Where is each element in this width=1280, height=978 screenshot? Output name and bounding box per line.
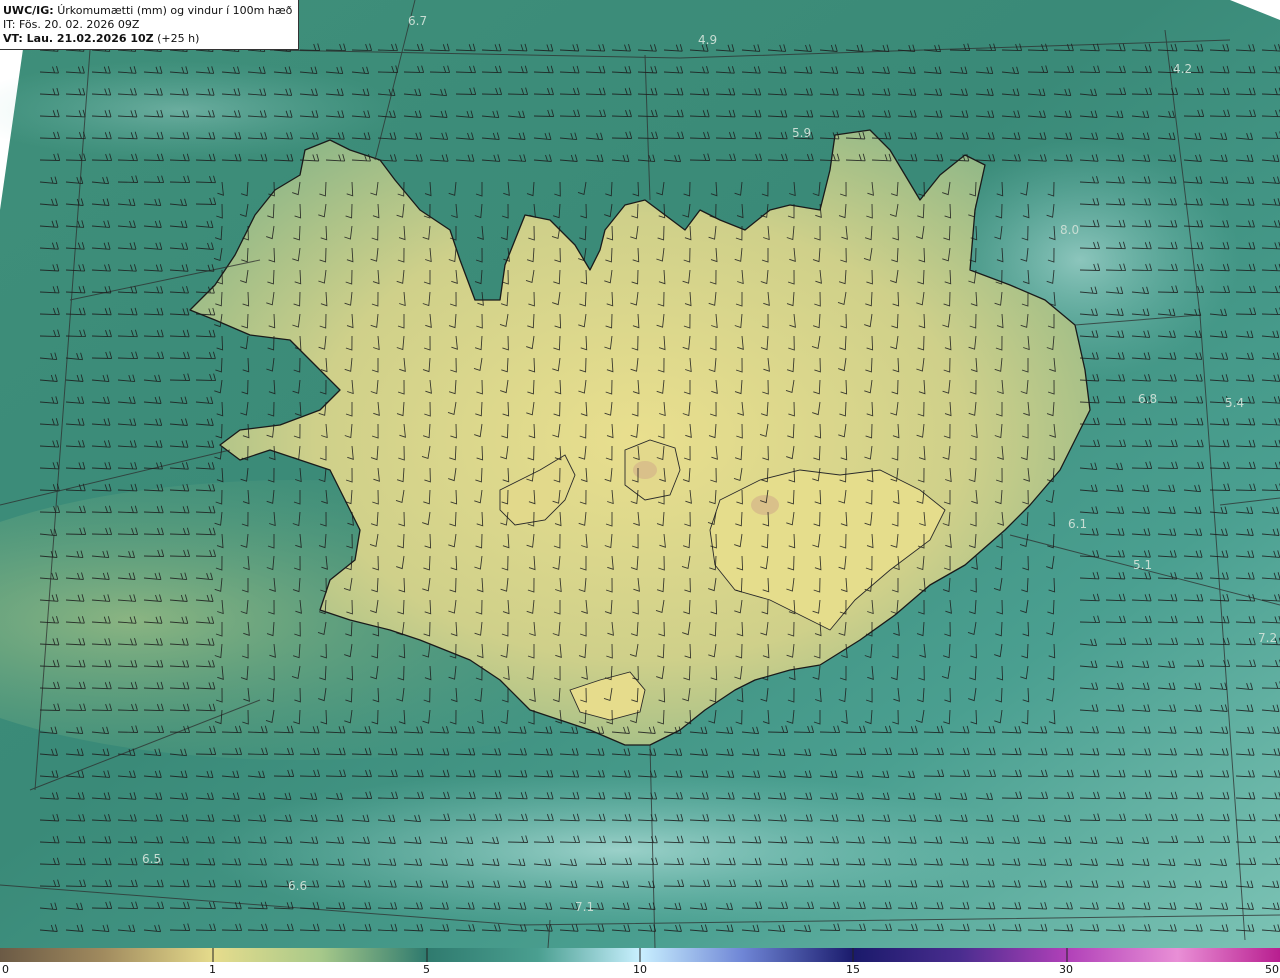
colorbar-tick: 50 xyxy=(1265,963,1279,976)
colorbar-tick: 1 xyxy=(209,963,216,976)
pw-label: 6.1 xyxy=(1068,517,1087,531)
product-code: UWC/IG: xyxy=(3,4,54,17)
pw-label: 6.5 xyxy=(142,852,161,866)
colorbar-tick: 15 xyxy=(846,963,860,976)
glacier-peak-hofsjokull xyxy=(633,461,657,479)
lead-time: (+25 h) xyxy=(157,32,200,45)
pw-label: 8.0 xyxy=(1060,223,1079,237)
pw-label: 6.8 xyxy=(1138,392,1157,406)
precipitable-water-map: 6.7 4.9 4.2 5.9 8.0 6.8 5.4 6.1 5.1 7.2 … xyxy=(0,0,1280,948)
south-light-sea xyxy=(200,770,1040,930)
colorbar-tick: 10 xyxy=(633,963,647,976)
colorbar-tick: 30 xyxy=(1059,963,1073,976)
colorbar-tick: 0 xyxy=(2,963,9,976)
map-header: UWC/IG: Úrkomumætti (mm) og vindur í 100… xyxy=(0,0,300,50)
pw-label: 7.2 xyxy=(1258,631,1277,645)
initial-time: IT: Fös. 20. 02. 2026 09Z xyxy=(3,18,140,31)
pw-label: 4.9 xyxy=(698,33,717,47)
pw-label: 5.9 xyxy=(792,126,811,140)
valid-time: VT: Lau. 21.02.2026 10Z xyxy=(3,32,154,45)
colorbar xyxy=(0,948,1280,962)
pw-label: 6.6 xyxy=(288,879,307,893)
valid-time-line: VT: Lau. 21.02.2026 10Z (+25 h) xyxy=(3,32,292,46)
map-title: Úrkomumætti (mm) og vindur í 100m hæð xyxy=(57,4,293,17)
title-line: UWC/IG: Úrkomumætti (mm) og vindur í 100… xyxy=(3,4,292,18)
pw-label: 5.1 xyxy=(1133,558,1152,572)
pw-label: 7.1 xyxy=(575,900,594,914)
pw-label: 6.7 xyxy=(408,14,427,28)
glacier-peak-vatnajokull xyxy=(751,495,779,515)
colorbar-tick: 5 xyxy=(423,963,430,976)
pw-label: 4.2 xyxy=(1173,62,1192,76)
pw-label: 5.4 xyxy=(1225,396,1244,410)
